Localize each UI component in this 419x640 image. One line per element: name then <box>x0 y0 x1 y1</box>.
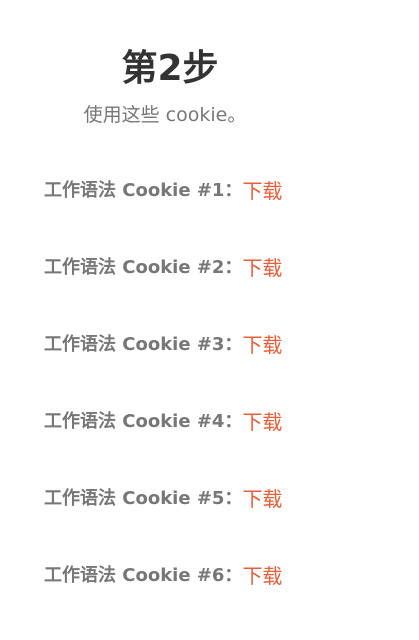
cookie-row-5: 工作语法 Cookie #5： 下载 <box>44 486 282 563</box>
cookie-row-2: 工作语法 Cookie #2： 下载 <box>44 255 282 332</box>
cookie-label: 工作语法 Cookie #5： <box>44 488 243 509</box>
cookie-label: 工作语法 Cookie #4： <box>44 411 243 432</box>
cookie-row-1: 工作语法 Cookie #1： 下载 <box>44 178 282 255</box>
cookie-row-3: 工作语法 Cookie #3： 下载 <box>44 332 282 409</box>
cookie-label: 工作语法 Cookie #6： <box>44 565 243 586</box>
page-title: 第2步 <box>121 48 219 89</box>
cookie-row-4: 工作语法 Cookie #4： 下载 <box>44 409 282 486</box>
cookie-label: 工作语法 Cookie #1： <box>44 180 243 201</box>
page-subtitle: 使用这些 cookie。 <box>83 104 247 126</box>
download-link-2[interactable]: 下载 <box>242 255 282 281</box>
download-link-6[interactable]: 下载 <box>242 563 282 589</box>
cookie-row-6: 工作语法 Cookie #6： 下载 <box>44 563 282 640</box>
download-link-4[interactable]: 下载 <box>242 409 282 435</box>
cookie-label: 工作语法 Cookie #3： <box>44 334 243 355</box>
download-link-3[interactable]: 下载 <box>242 332 282 358</box>
download-link-1[interactable]: 下载 <box>242 178 282 204</box>
download-link-5[interactable]: 下载 <box>242 486 282 512</box>
cookie-label: 工作语法 Cookie #2： <box>44 257 243 278</box>
cookie-list: 工作语法 Cookie #1： 下载 工作语法 Cookie #2： 下载 工作… <box>44 178 282 640</box>
